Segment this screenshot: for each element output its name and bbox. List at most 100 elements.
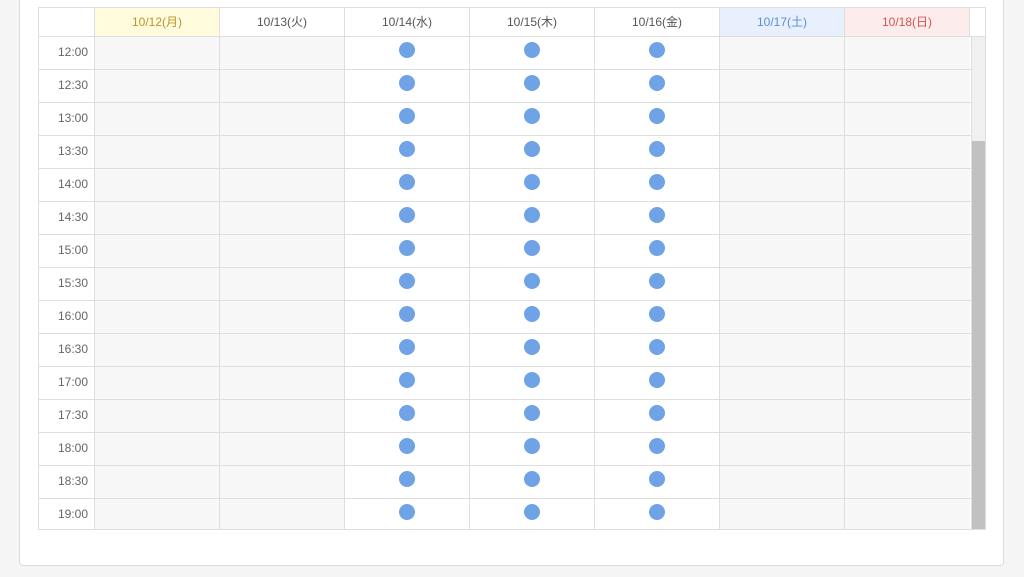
circle-dot-icon[interactable] <box>399 207 415 223</box>
circle-dot-icon[interactable] <box>649 372 665 388</box>
available-slot[interactable] <box>470 301 595 333</box>
circle-dot-icon[interactable] <box>399 273 415 289</box>
circle-dot-icon[interactable] <box>649 273 665 289</box>
circle-dot-icon[interactable] <box>649 306 665 322</box>
available-slot[interactable] <box>470 334 595 366</box>
circle-dot-icon[interactable] <box>524 141 540 157</box>
available-slot[interactable] <box>345 268 470 300</box>
circle-dot-icon[interactable] <box>399 372 415 388</box>
circle-dot-icon[interactable] <box>524 108 540 124</box>
circle-dot-icon[interactable] <box>399 174 415 190</box>
circle-dot-icon[interactable] <box>399 504 415 520</box>
circle-dot-icon[interactable] <box>524 273 540 289</box>
available-slot[interactable] <box>470 268 595 300</box>
available-slot[interactable] <box>345 235 470 267</box>
circle-dot-icon[interactable] <box>524 372 540 388</box>
circle-dot-icon[interactable] <box>524 405 540 421</box>
unavailable-slot <box>720 433 845 465</box>
circle-dot-icon[interactable] <box>649 108 665 124</box>
available-slot[interactable] <box>345 70 470 102</box>
available-slot[interactable] <box>470 169 595 201</box>
scrollbar-header-spacer <box>970 8 985 36</box>
available-slot[interactable] <box>595 136 720 168</box>
circle-dot-icon[interactable] <box>524 438 540 454</box>
available-slot[interactable] <box>470 400 595 432</box>
circle-dot-icon[interactable] <box>399 141 415 157</box>
unavailable-slot <box>845 37 970 69</box>
available-slot[interactable] <box>470 70 595 102</box>
circle-dot-icon[interactable] <box>524 174 540 190</box>
available-slot[interactable] <box>595 433 720 465</box>
available-slot[interactable] <box>595 301 720 333</box>
circle-dot-icon[interactable] <box>649 339 665 355</box>
circle-dot-icon[interactable] <box>649 405 665 421</box>
available-slot[interactable] <box>345 466 470 498</box>
available-slot[interactable] <box>345 136 470 168</box>
available-slot[interactable] <box>595 202 720 234</box>
available-slot[interactable] <box>345 103 470 135</box>
circle-dot-icon[interactable] <box>399 339 415 355</box>
available-slot[interactable] <box>470 499 595 529</box>
circle-dot-icon[interactable] <box>399 108 415 124</box>
circle-dot-icon[interactable] <box>649 504 665 520</box>
available-slot[interactable] <box>470 466 595 498</box>
available-slot[interactable] <box>595 268 720 300</box>
circle-dot-icon[interactable] <box>399 42 415 58</box>
circle-dot-icon[interactable] <box>649 174 665 190</box>
available-slot[interactable] <box>595 367 720 399</box>
circle-dot-icon[interactable] <box>524 306 540 322</box>
available-slot[interactable] <box>595 334 720 366</box>
circle-dot-icon[interactable] <box>524 471 540 487</box>
available-slot[interactable] <box>595 400 720 432</box>
available-slot[interactable] <box>470 202 595 234</box>
available-slot[interactable] <box>345 169 470 201</box>
circle-dot-icon[interactable] <box>524 339 540 355</box>
available-slot[interactable] <box>470 433 595 465</box>
available-slot[interactable] <box>595 499 720 529</box>
available-slot[interactable] <box>595 103 720 135</box>
circle-dot-icon[interactable] <box>649 471 665 487</box>
circle-dot-icon[interactable] <box>649 141 665 157</box>
circle-dot-icon[interactable] <box>649 207 665 223</box>
circle-dot-icon[interactable] <box>399 405 415 421</box>
time-label: 15:30 <box>39 268 95 300</box>
unavailable-slot <box>845 466 970 498</box>
circle-dot-icon[interactable] <box>524 42 540 58</box>
available-slot[interactable] <box>595 70 720 102</box>
available-slot[interactable] <box>470 103 595 135</box>
circle-dot-icon[interactable] <box>399 438 415 454</box>
circle-dot-icon[interactable] <box>524 240 540 256</box>
available-slot[interactable] <box>345 433 470 465</box>
available-slot[interactable] <box>345 202 470 234</box>
available-slot[interactable] <box>470 136 595 168</box>
vertical-scrollbar[interactable] <box>971 37 985 529</box>
circle-dot-icon[interactable] <box>524 75 540 91</box>
circle-dot-icon[interactable] <box>524 207 540 223</box>
available-slot[interactable] <box>595 169 720 201</box>
unavailable-slot <box>720 499 845 529</box>
available-slot[interactable] <box>470 235 595 267</box>
circle-dot-icon[interactable] <box>649 438 665 454</box>
available-slot[interactable] <box>595 235 720 267</box>
circle-dot-icon[interactable] <box>524 504 540 520</box>
circle-dot-icon[interactable] <box>399 240 415 256</box>
time-label: 17:00 <box>39 367 95 399</box>
circle-dot-icon[interactable] <box>649 42 665 58</box>
available-slot[interactable] <box>345 367 470 399</box>
circle-dot-icon[interactable] <box>649 75 665 91</box>
available-slot[interactable] <box>345 334 470 366</box>
circle-dot-icon[interactable] <box>399 471 415 487</box>
circle-dot-icon[interactable] <box>399 75 415 91</box>
scrollbar-thumb[interactable] <box>972 141 985 529</box>
circle-dot-icon[interactable] <box>649 240 665 256</box>
unavailable-slot <box>95 367 220 399</box>
available-slot[interactable] <box>595 466 720 498</box>
available-slot[interactable] <box>345 37 470 69</box>
available-slot[interactable] <box>345 301 470 333</box>
available-slot[interactable] <box>345 400 470 432</box>
available-slot[interactable] <box>470 367 595 399</box>
available-slot[interactable] <box>345 499 470 529</box>
available-slot[interactable] <box>595 37 720 69</box>
available-slot[interactable] <box>470 37 595 69</box>
circle-dot-icon[interactable] <box>399 306 415 322</box>
